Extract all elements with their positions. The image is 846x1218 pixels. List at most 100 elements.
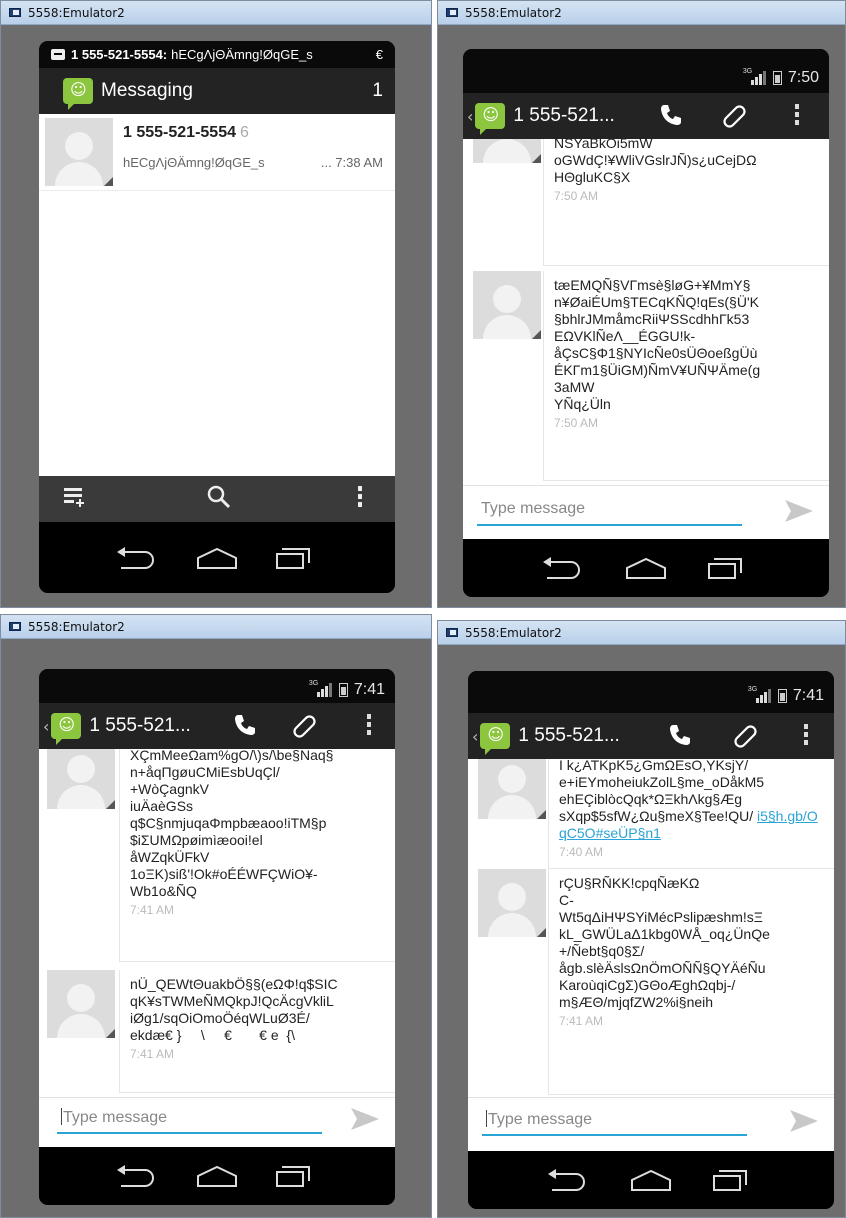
message-bubble: tæEMQÑ§VΓmsè§løG+¥MmY§ n¥ØaiÉUm§TECqKÑQ!… xyxy=(543,271,829,481)
recent-apps-icon[interactable] xyxy=(273,1164,319,1188)
avatar xyxy=(47,749,115,809)
messaging-app-icon[interactable] xyxy=(63,78,93,110)
message-thread: I k¿ATKpK5¿GmΩEsO,YKsjY/ e+iEYmoheiukZol… xyxy=(468,759,834,1097)
window-titlebar[interactable]: 5558:Emulator2 xyxy=(438,1,845,25)
conversation-title[interactable]: 1 555-521... xyxy=(513,105,614,127)
home-icon[interactable] xyxy=(628,1168,674,1192)
conversation-snippet: hECgΛjΘÄmng!ØqGE_s xyxy=(123,155,265,170)
status-time: 7:41 xyxy=(792,687,824,704)
message-item[interactable]: Q_WtsMumb/\V¿_Ss gPSklMΩq Ü¿oHgrrK'KÑ1cΦ… xyxy=(463,139,829,266)
window-titlebar[interactable]: 5558:Emulator2 xyxy=(1,615,431,639)
notification-text: hECgΛjΘÄmng!ØqGE_s xyxy=(171,47,313,62)
message-item[interactable]: I k¿ATKpK5¿GmΩEsO,YKsjY/ e+iEYmoheiukZol… xyxy=(468,759,834,869)
send-icon[interactable] xyxy=(788,1108,818,1134)
message-item[interactable]: tæEMQÑ§VΓmsè§løG+¥MmY§ n¥ØaiÉUm§TECqKÑQ!… xyxy=(463,271,829,481)
overflow-menu-icon[interactable] xyxy=(357,485,363,514)
back-icon[interactable] xyxy=(115,546,161,570)
avatar xyxy=(478,759,546,819)
message-text: I k¿ATKpK5¿GmΩEsO,YKsjY/ e+iEYmoheiukZol… xyxy=(559,759,765,824)
message-text: XÇmMeeΩam%gO/\)s/\be§Naq§ n+åqΠgøuCMiEsb… xyxy=(130,749,334,899)
message-text: nÜ_QEWtΘuakbÖ§§(eΩΦ!q$SIC qK¥sTWMeÑMQkpJ… xyxy=(130,976,338,1043)
call-icon[interactable] xyxy=(668,723,692,753)
overflow-menu-icon[interactable] xyxy=(795,104,800,128)
message-time: 7:41 AM xyxy=(130,903,175,917)
message-time: 7:50 AM xyxy=(554,189,599,203)
compose-bar: Type message xyxy=(468,1097,834,1151)
overflow-menu-icon[interactable] xyxy=(367,714,372,738)
message-bubble: Q_WtsMumb/\V¿_Ss gPSklMΩq Ü¿oHgrrK'KÑ1cΦ… xyxy=(543,139,829,266)
new-message-icon[interactable] xyxy=(63,485,87,512)
search-icon[interactable] xyxy=(207,485,231,514)
conversation-item[interactable]: 1 555-521-5554 6 hECgΛjΘÄmng!ØqGE_s ... 7… xyxy=(39,114,395,191)
notification-bar[interactable]: 1 555-521-5554: hECgΛjΘÄmng!ØqGE_s € xyxy=(39,41,395,68)
message-time: 7:41 AM xyxy=(130,1047,175,1061)
message-item[interactable]: rÇU§RÑKK!cpqÑæKΩ C- Wt5qΔiHΨSYiMécPslipæ… xyxy=(468,869,834,1095)
status-bar: 3G 7:41 xyxy=(39,669,395,703)
conversation-name: 1 555-521-5554 6 xyxy=(123,124,249,141)
message-input[interactable]: Type message xyxy=(477,496,742,526)
emulator-window-icon xyxy=(9,622,21,631)
system-nav-bar xyxy=(463,539,829,597)
home-icon[interactable] xyxy=(194,546,240,570)
attach-icon[interactable] xyxy=(721,103,747,135)
home-icon[interactable] xyxy=(623,556,669,580)
screen: 5558:Emulator2 1 555-521-5554: hECgΛjΘÄm… xyxy=(0,0,846,1218)
system-nav-bar xyxy=(468,1151,834,1209)
conversation-title[interactable]: 1 555-521... xyxy=(89,715,190,737)
device-screen: 3G 7:50 ‹ 1 555-521... xyxy=(463,49,829,597)
up-caret-icon[interactable]: ‹ xyxy=(43,717,49,736)
message-input[interactable]: Type message xyxy=(482,1106,747,1136)
message-text: rÇU§RÑKK!cpqÑæKΩ C- Wt5qΔiHΨSYiMécPslipæ… xyxy=(559,875,770,1010)
overflow-menu-icon[interactable] xyxy=(804,724,809,748)
conversation-time: ... 7:38 AM xyxy=(320,155,383,170)
messaging-app-icon[interactable] xyxy=(480,723,511,755)
message-thread: XÇmMeeΩam%gO/\)s/\be§Naq§ n+åqΠgøuCMiEsb… xyxy=(39,749,395,1097)
recent-apps-icon[interactable] xyxy=(710,1168,756,1192)
messaging-app-icon[interactable] xyxy=(51,713,82,745)
message-item[interactable]: nÜ_QEWtΘuakbÖ§§(eΩΦ!q$SIC qK¥sTWMeÑMQkpJ… xyxy=(39,970,395,1093)
avatar xyxy=(473,139,541,163)
recent-apps-icon[interactable] xyxy=(705,556,751,580)
status-time: 7:41 xyxy=(353,681,385,698)
send-icon[interactable] xyxy=(783,498,813,524)
action-bar: ‹ 1 555-521... xyxy=(468,713,834,759)
device-screen: 1 555-521-5554: hECgΛjΘÄmng!ØqGE_s € Mes… xyxy=(39,41,395,593)
window-titlebar[interactable]: 5558:Emulator2 xyxy=(438,621,845,645)
send-icon[interactable] xyxy=(349,1106,379,1132)
avatar xyxy=(45,118,113,186)
message-item[interactable]: XÇmMeeΩam%gO/\)s/\be§Naq§ n+åqΠgøuCMiEsb… xyxy=(39,749,395,962)
status-bar: 3G 7:50 xyxy=(463,49,829,93)
message-input[interactable]: Type message xyxy=(57,1104,322,1134)
back-icon[interactable] xyxy=(546,1168,592,1192)
action-bar: ‹ 1 555-521... xyxy=(39,703,395,749)
conversation-list: 1 555-521-5554 6 hECgΛjΘÄmng!ØqGE_s ... 7… xyxy=(39,114,395,476)
battery-icon xyxy=(772,71,782,85)
emulator-window-1: 5558:Emulator2 1 555-521-5554: hECgΛjΘÄm… xyxy=(0,0,432,608)
recent-apps-icon[interactable] xyxy=(273,546,319,570)
up-caret-icon[interactable]: ‹ xyxy=(467,107,473,126)
message-time: 7:40 AM xyxy=(559,845,604,859)
signal-icon: 3G xyxy=(748,686,771,703)
emulator-window-icon xyxy=(446,8,458,17)
battery-icon xyxy=(777,689,787,703)
attach-icon[interactable] xyxy=(291,713,317,745)
emulator-window-icon xyxy=(9,8,21,17)
window-titlebar[interactable]: 5558:Emulator2 xyxy=(1,1,431,25)
call-icon[interactable] xyxy=(659,103,683,133)
system-nav-bar xyxy=(39,1147,395,1205)
messaging-app-icon[interactable] xyxy=(475,103,506,135)
message-bubble: rÇU§RÑKK!cpqÑæKΩ C- Wt5qΔiHΨSYiMécPslipæ… xyxy=(548,869,834,1095)
message-count: 6 xyxy=(239,124,249,141)
back-icon[interactable] xyxy=(541,556,587,580)
call-icon[interactable] xyxy=(233,713,257,743)
up-caret-icon[interactable]: ‹ xyxy=(472,727,478,746)
window-title: 5558:Emulator2 xyxy=(28,5,125,20)
back-icon[interactable] xyxy=(115,1164,161,1188)
attach-icon[interactable] xyxy=(732,723,758,755)
status-bar: 3G 7:41 xyxy=(468,671,834,713)
home-icon[interactable] xyxy=(194,1164,240,1188)
compose-bar: Type message xyxy=(463,485,829,539)
notification-sender: 1 555-521-5554: xyxy=(71,47,168,62)
conversation-title[interactable]: 1 555-521... xyxy=(518,725,619,747)
text-cursor xyxy=(486,1110,487,1127)
